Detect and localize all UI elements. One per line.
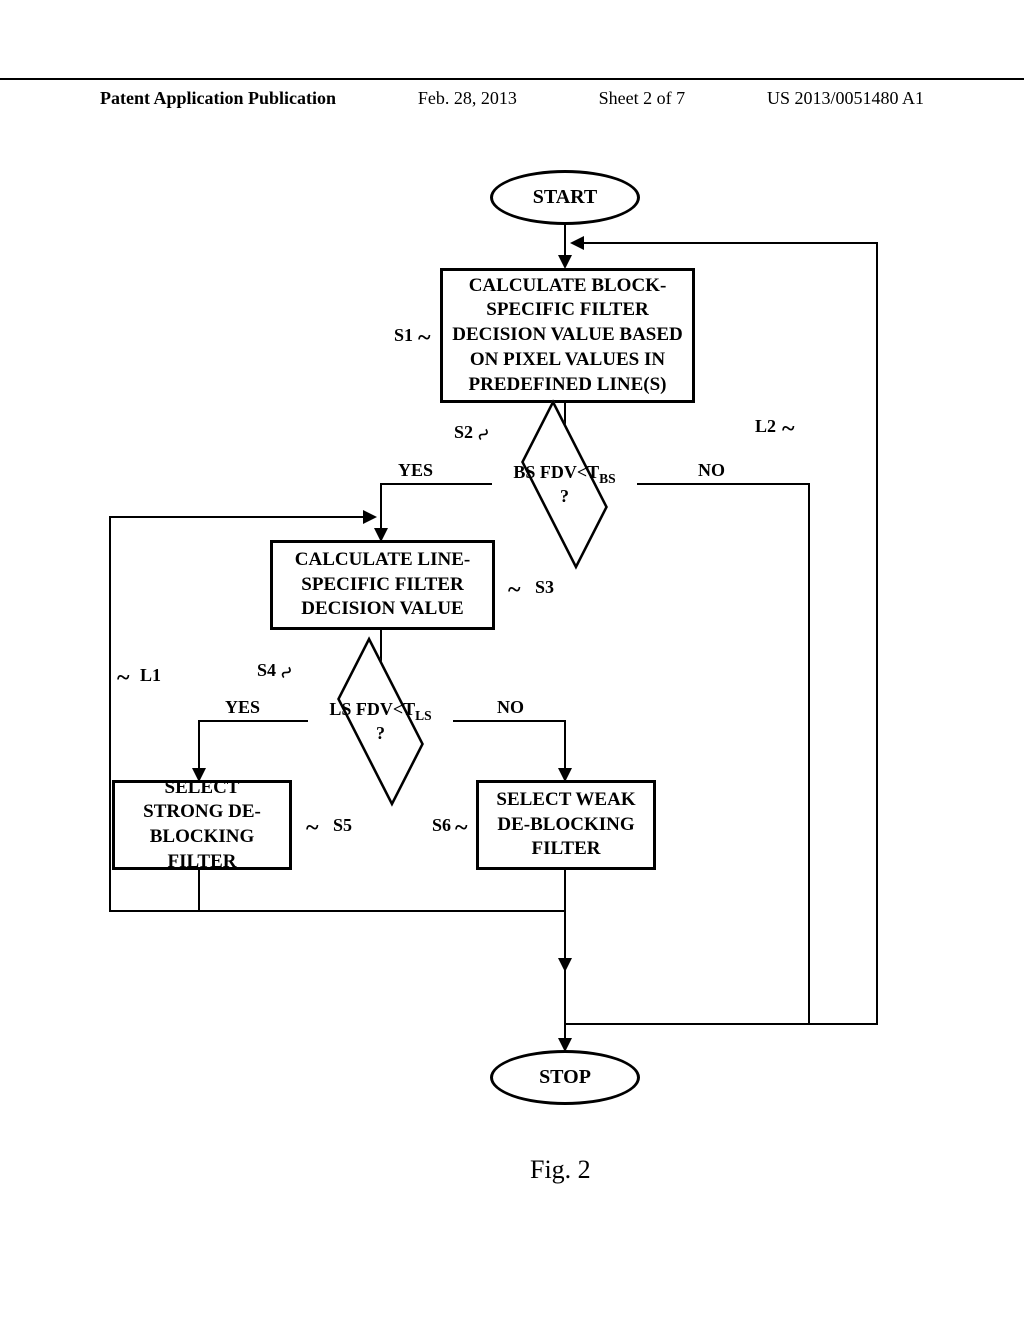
s1-box: CALCULATE BLOCK-SPECIFIC FILTER DECISION… (440, 268, 695, 403)
s4-text: LS FDV<T (329, 699, 415, 719)
connector (564, 970, 566, 1023)
stop-node: STOP (490, 1050, 640, 1105)
tilde-icon: ~ (418, 325, 430, 352)
start-label: START (533, 186, 598, 209)
s2-label: S2 (454, 422, 473, 443)
yes-label-s4: YES (225, 697, 260, 718)
connector (808, 483, 810, 1023)
page-header: Patent Application Publication Feb. 28, … (0, 78, 1024, 109)
connector (564, 910, 566, 963)
yes-label-s2: YES (398, 460, 433, 481)
start-node: START (490, 170, 640, 225)
stop-label: STOP (539, 1066, 591, 1089)
s3-label: S3 (535, 577, 554, 598)
s6-box: SELECT WEAK DE-BLOCKING FILTER (476, 780, 656, 870)
connector (198, 720, 200, 773)
tilde-icon: ~ (455, 815, 467, 842)
arrow-left-icon (570, 236, 584, 250)
connector (109, 516, 111, 912)
connector (453, 720, 566, 722)
s2-q: ? (560, 486, 569, 506)
s1-text: CALCULATE BLOCK-SPECIFIC FILTER DECISION… (451, 274, 684, 397)
connector (564, 870, 566, 912)
connector (564, 1023, 810, 1025)
connector (109, 516, 367, 518)
arrow-right-icon (363, 510, 377, 524)
connector (637, 483, 810, 485)
connector (580, 242, 878, 244)
s4-sub: LS (415, 707, 432, 722)
s2-sub: BS (599, 470, 616, 485)
connector (198, 720, 308, 722)
connector (380, 483, 382, 533)
s3-box: CALCULATE LINE-SPECIFIC FILTER DECISION … (270, 540, 495, 630)
arrow-down-icon (558, 255, 572, 269)
l1-label: L1 (140, 665, 161, 686)
s6-text: SELECT WEAK DE-BLOCKING FILTER (487, 788, 645, 862)
s4-decision: LS FDV<TLS ? (323, 688, 438, 755)
connector (109, 910, 200, 912)
connector (380, 483, 492, 485)
figure-caption: Fig. 2 (530, 1155, 591, 1185)
header-sheet: Sheet 2 of 7 (599, 88, 685, 109)
flowchart-diagram: START CALCULATE BLOCK-SPECIFIC FILTER DE… (0, 160, 1024, 1110)
s1-label: S1 (394, 325, 413, 346)
s3-text: CALCULATE LINE-SPECIFIC FILTER DECISION … (281, 548, 484, 622)
tilde-icon: ~ (117, 665, 129, 692)
l2-label: L2 (755, 416, 776, 437)
s4-label: S4 (257, 660, 276, 681)
s5-label: S5 (333, 815, 352, 836)
no-label-s4: NO (497, 697, 524, 718)
connector (198, 870, 200, 912)
header-date: Feb. 28, 2013 (418, 88, 517, 109)
tilde-icon: ~ (274, 659, 301, 688)
s2-text: BS FDV<T (513, 462, 599, 482)
connector (564, 720, 566, 773)
s5-text: SELECT STRONG DE-BLOCKING FILTER (123, 776, 281, 875)
tilde-icon: ~ (471, 421, 498, 450)
header-publication: Patent Application Publication (100, 88, 336, 109)
no-label-s2: NO (698, 460, 725, 481)
s5-box: SELECT STRONG DE-BLOCKING FILTER (112, 780, 292, 870)
connector (198, 910, 566, 912)
connector (876, 242, 878, 1025)
s6-label: S6 (432, 815, 451, 836)
s4-q: ? (376, 723, 385, 743)
s2-decision: BS FDV<TBS ? (507, 451, 622, 518)
tilde-icon: ~ (508, 577, 520, 604)
connector (808, 1023, 878, 1025)
tilde-icon: ~ (782, 416, 794, 443)
header-pubno: US 2013/0051480 A1 (767, 88, 924, 109)
tilde-icon: ~ (306, 815, 318, 842)
